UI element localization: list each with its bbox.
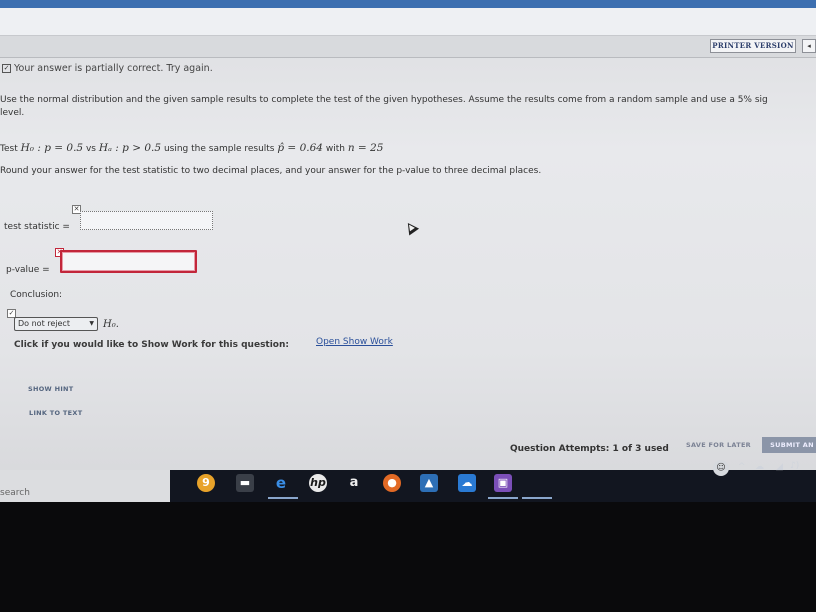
file-explorer-icon[interactable]: ▬: [236, 474, 254, 492]
test-statistic-input[interactable]: [80, 211, 213, 230]
firefox-icon[interactable]: ●: [383, 474, 401, 492]
conclusion-select[interactable]: Do not reject ▼: [14, 317, 98, 331]
round-instructions: Round your answer for the test statistic…: [0, 166, 542, 176]
wifi-icon[interactable]: ◢: [776, 462, 783, 472]
active-app-indicator: [268, 497, 298, 499]
save-for-later-button[interactable]: SAVE FOR LATER: [686, 441, 751, 449]
using-text: using the sample results: [163, 144, 275, 154]
chrome-icon[interactable]: 9: [197, 474, 215, 492]
question-attempts: Question Attempts: 1 of 3 used: [510, 444, 669, 454]
window-top-band: [0, 0, 816, 8]
null-hypothesis: H₀ : p = 0.5: [20, 142, 84, 154]
p-value-label: p-value =: [6, 265, 50, 275]
question-toolbar: [0, 36, 816, 58]
search-text: search: [0, 488, 30, 498]
hp-icon[interactable]: hp: [309, 474, 327, 492]
volume-icon[interactable]: ♪): [790, 461, 799, 471]
test-prefix: Test: [0, 144, 18, 154]
sample-size: n = 25: [347, 142, 384, 154]
cloud-icon[interactable]: ☁: [755, 462, 764, 472]
status-message: Your answer is partially correct. Try ag…: [14, 63, 213, 74]
tray-chevron-icon[interactable]: ^: [738, 462, 746, 472]
question-intro-line1: Use the normal distribution and the give…: [0, 95, 768, 105]
partial-check-icon: ✓: [2, 64, 11, 73]
p-value-input[interactable]: [60, 250, 197, 273]
test-statistic-label: test statistic =: [4, 222, 70, 232]
photos-icon[interactable]: ▲: [420, 474, 438, 492]
taskbar-search-box[interactable]: search: [0, 470, 170, 502]
show-hint-button[interactable]: SHOW HINT: [28, 385, 74, 393]
onedrive-icon[interactable]: ☁: [458, 474, 476, 492]
show-work-prompt: Click if you would like to Show Work for…: [14, 340, 289, 350]
alt-hypothesis: Hₐ : p > 0.5: [98, 142, 162, 154]
vs-text: vs: [85, 144, 96, 154]
question-intro-line2: level.: [0, 108, 25, 118]
prev-arrow-button[interactable]: ◂: [802, 39, 816, 53]
open-show-work-link[interactable]: Open Show Work: [316, 337, 393, 347]
conclusion-label: Conclusion:: [10, 290, 63, 300]
conclusion-selected-value: Do not reject: [18, 319, 70, 328]
active-app-indicator: [522, 497, 552, 499]
link-to-text-button[interactable]: LINK TO TEXT: [29, 409, 82, 417]
submit-answer-button[interactable]: SUBMIT AN: [762, 437, 816, 453]
chevron-down-icon: ▼: [89, 320, 94, 327]
top-toolbar: [0, 8, 816, 36]
edge-icon[interactable]: e: [272, 474, 290, 492]
sample-proportion: p̂ = 0.64: [277, 142, 323, 154]
hypothesis-line: Test H₀ : p = 0.5 vs Hₐ : p > 0.5 using …: [0, 142, 383, 154]
with-text: with: [325, 144, 345, 154]
user-avatar-icon[interactable]: ☺: [713, 460, 729, 476]
amazon-icon[interactable]: a: [345, 474, 363, 492]
app-icon[interactable]: ▣: [494, 474, 512, 492]
conclusion-suffix: H₀.: [103, 319, 119, 330]
active-app-indicator: [488, 497, 518, 499]
printer-version-button[interactable]: PRINTER VERSION: [710, 39, 796, 53]
